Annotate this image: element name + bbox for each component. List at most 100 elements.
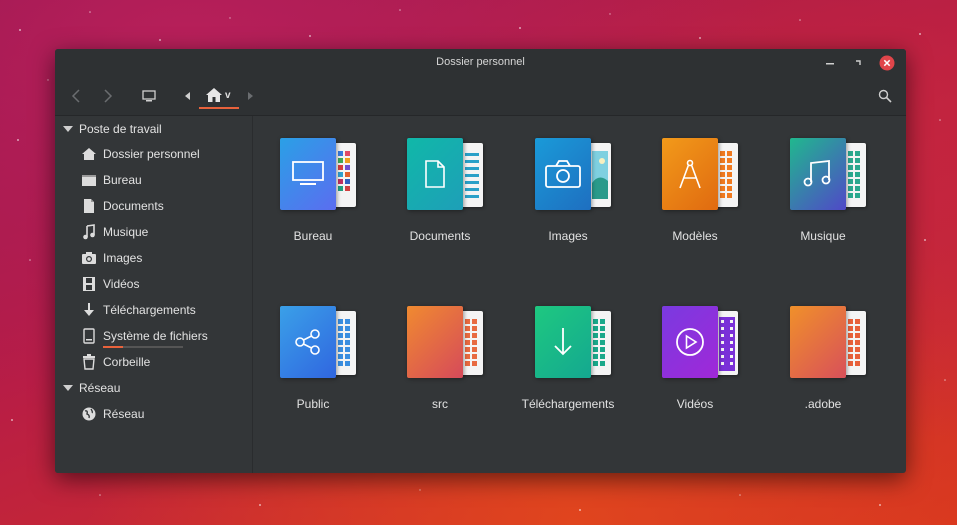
sidebar-item-reseau[interactable]: Réseau — [81, 403, 144, 425]
forward-button[interactable] — [97, 85, 119, 107]
folder-page — [844, 311, 866, 375]
folder-label: Public — [296, 397, 330, 411]
folder-icon — [662, 138, 740, 212]
folder-icon — [535, 138, 613, 212]
sidebar-item-label: Musique — [103, 225, 149, 239]
globe-icon — [81, 406, 97, 422]
folder-icon — [535, 306, 613, 380]
folder-front — [407, 306, 463, 378]
folder-item-public[interactable]: Public — [253, 284, 373, 414]
toolbar: v — [55, 77, 906, 116]
breadcrumb-scroll-right-button[interactable] — [240, 85, 262, 107]
folder-page — [334, 311, 356, 375]
folder-item-src[interactable]: src — [380, 284, 500, 414]
maximize-icon — [856, 60, 861, 65]
trash-icon — [81, 354, 97, 370]
camera-icon — [545, 160, 581, 188]
expand-arrow-icon — [63, 385, 73, 391]
breadcrumb-scroll-left-button[interactable] — [176, 85, 198, 107]
folder-front — [280, 306, 336, 378]
sidebar-section-poste-de-travail[interactable]: Poste de travail — [63, 122, 162, 136]
sidebar-item-documents[interactable]: Documents — [81, 195, 164, 217]
back-button[interactable] — [65, 85, 87, 107]
sidebar-section-reseau[interactable]: Réseau — [63, 381, 120, 395]
maximize-button[interactable] — [850, 55, 866, 71]
folder-front — [790, 306, 846, 378]
folder-page — [334, 143, 356, 207]
folder-item-videos[interactable]: Vidéos — [635, 284, 755, 414]
folder-icon — [407, 138, 485, 212]
sidebar: Poste de travail Dossier personnel Burea… — [55, 116, 253, 473]
sidebar-item-label: Système de fichiers — [103, 329, 208, 343]
sidebar-item-label: Documents — [103, 199, 164, 213]
sidebar-item-dossier-personnel[interactable]: Dossier personnel — [81, 143, 200, 165]
computer-location-button[interactable] — [138, 85, 160, 107]
sidebar-item-label: Images — [103, 251, 143, 265]
folder-page — [716, 311, 738, 375]
minimize-icon — [826, 63, 834, 65]
file-manager-window: Dossier personnel v Poste de travail Dos… — [55, 49, 906, 473]
folder-item-musique[interactable]: Musique — [763, 116, 883, 246]
folder-icon — [790, 306, 868, 380]
folder-label: Vidéos — [676, 397, 714, 411]
folder-front — [280, 138, 336, 210]
home-icon — [81, 146, 97, 162]
document-icon — [425, 160, 445, 188]
sidebar-item-label: Vidéos — [103, 277, 140, 291]
folder-item-adobe[interactable]: .adobe — [763, 284, 883, 414]
folder-item-images[interactable]: Images — [508, 116, 628, 246]
filesystem-usage-bar — [103, 346, 183, 348]
sidebar-item-images[interactable]: Images — [81, 247, 142, 269]
sidebar-item-corbeille[interactable]: Corbeille — [81, 351, 150, 373]
sidebar-item-label: Corbeille — [103, 355, 151, 369]
folder-grid: Bureau Documents Images Modèles Musique … — [253, 116, 906, 473]
music-note-icon — [81, 224, 97, 240]
sidebar-item-systeme-de-fichiers[interactable]: Système de fichiers — [81, 325, 208, 347]
folder-page — [589, 311, 611, 375]
folder-label: Documents — [409, 229, 471, 243]
sidebar-item-videos[interactable]: Vidéos — [81, 273, 139, 295]
window-title: Dossier personnel — [436, 56, 525, 68]
sidebar-section-label: Réseau — [79, 381, 121, 395]
folder-front — [662, 306, 718, 378]
play-circle-icon — [676, 328, 704, 356]
folder-front — [662, 138, 718, 210]
sidebar-item-bureau[interactable]: Bureau — [81, 169, 142, 191]
sidebar-item-telechargements[interactable]: Téléchargements — [81, 299, 196, 321]
folder-label: Bureau — [293, 229, 333, 243]
breadcrumb-home-label: v — [225, 89, 231, 101]
folder-icon — [280, 138, 358, 212]
folder-label: .adobe — [804, 397, 842, 411]
folder-front — [407, 138, 463, 210]
sidebar-item-label: Dossier personnel — [103, 147, 200, 161]
breadcrumb-home[interactable]: v — [205, 87, 231, 103]
camera-icon — [81, 250, 97, 266]
folder-front — [790, 138, 846, 210]
folder-page — [844, 143, 866, 207]
folder-icon — [790, 138, 868, 212]
document-icon — [81, 198, 97, 214]
sidebar-section-label: Poste de travail — [79, 122, 162, 136]
sidebar-item-label: Téléchargements — [103, 303, 196, 317]
sidebar-item-label: Bureau — [103, 173, 142, 187]
chevron-left-icon — [71, 89, 80, 103]
search-button[interactable] — [874, 85, 896, 107]
folder-item-telechargements[interactable]: Téléchargements — [508, 284, 628, 414]
sidebar-item-label: Réseau — [103, 407, 145, 421]
folder-page — [716, 143, 738, 207]
download-arrow-icon — [554, 328, 572, 356]
music-note-icon — [803, 159, 831, 187]
download-arrow-icon — [81, 302, 97, 318]
triangle-right-icon — [248, 92, 253, 100]
close-button[interactable] — [879, 55, 895, 71]
folder-item-modeles[interactable]: Modèles — [635, 116, 755, 246]
folder-item-bureau[interactable]: Bureau — [253, 116, 373, 246]
folder-label: Images — [548, 229, 588, 243]
home-icon — [206, 88, 222, 102]
share-icon — [295, 329, 320, 355]
minimize-button[interactable] — [822, 55, 838, 71]
folder-item-documents[interactable]: Documents — [380, 116, 500, 246]
drive-icon — [81, 328, 97, 344]
folder-icon — [280, 306, 358, 380]
sidebar-item-musique[interactable]: Musique — [81, 221, 148, 243]
